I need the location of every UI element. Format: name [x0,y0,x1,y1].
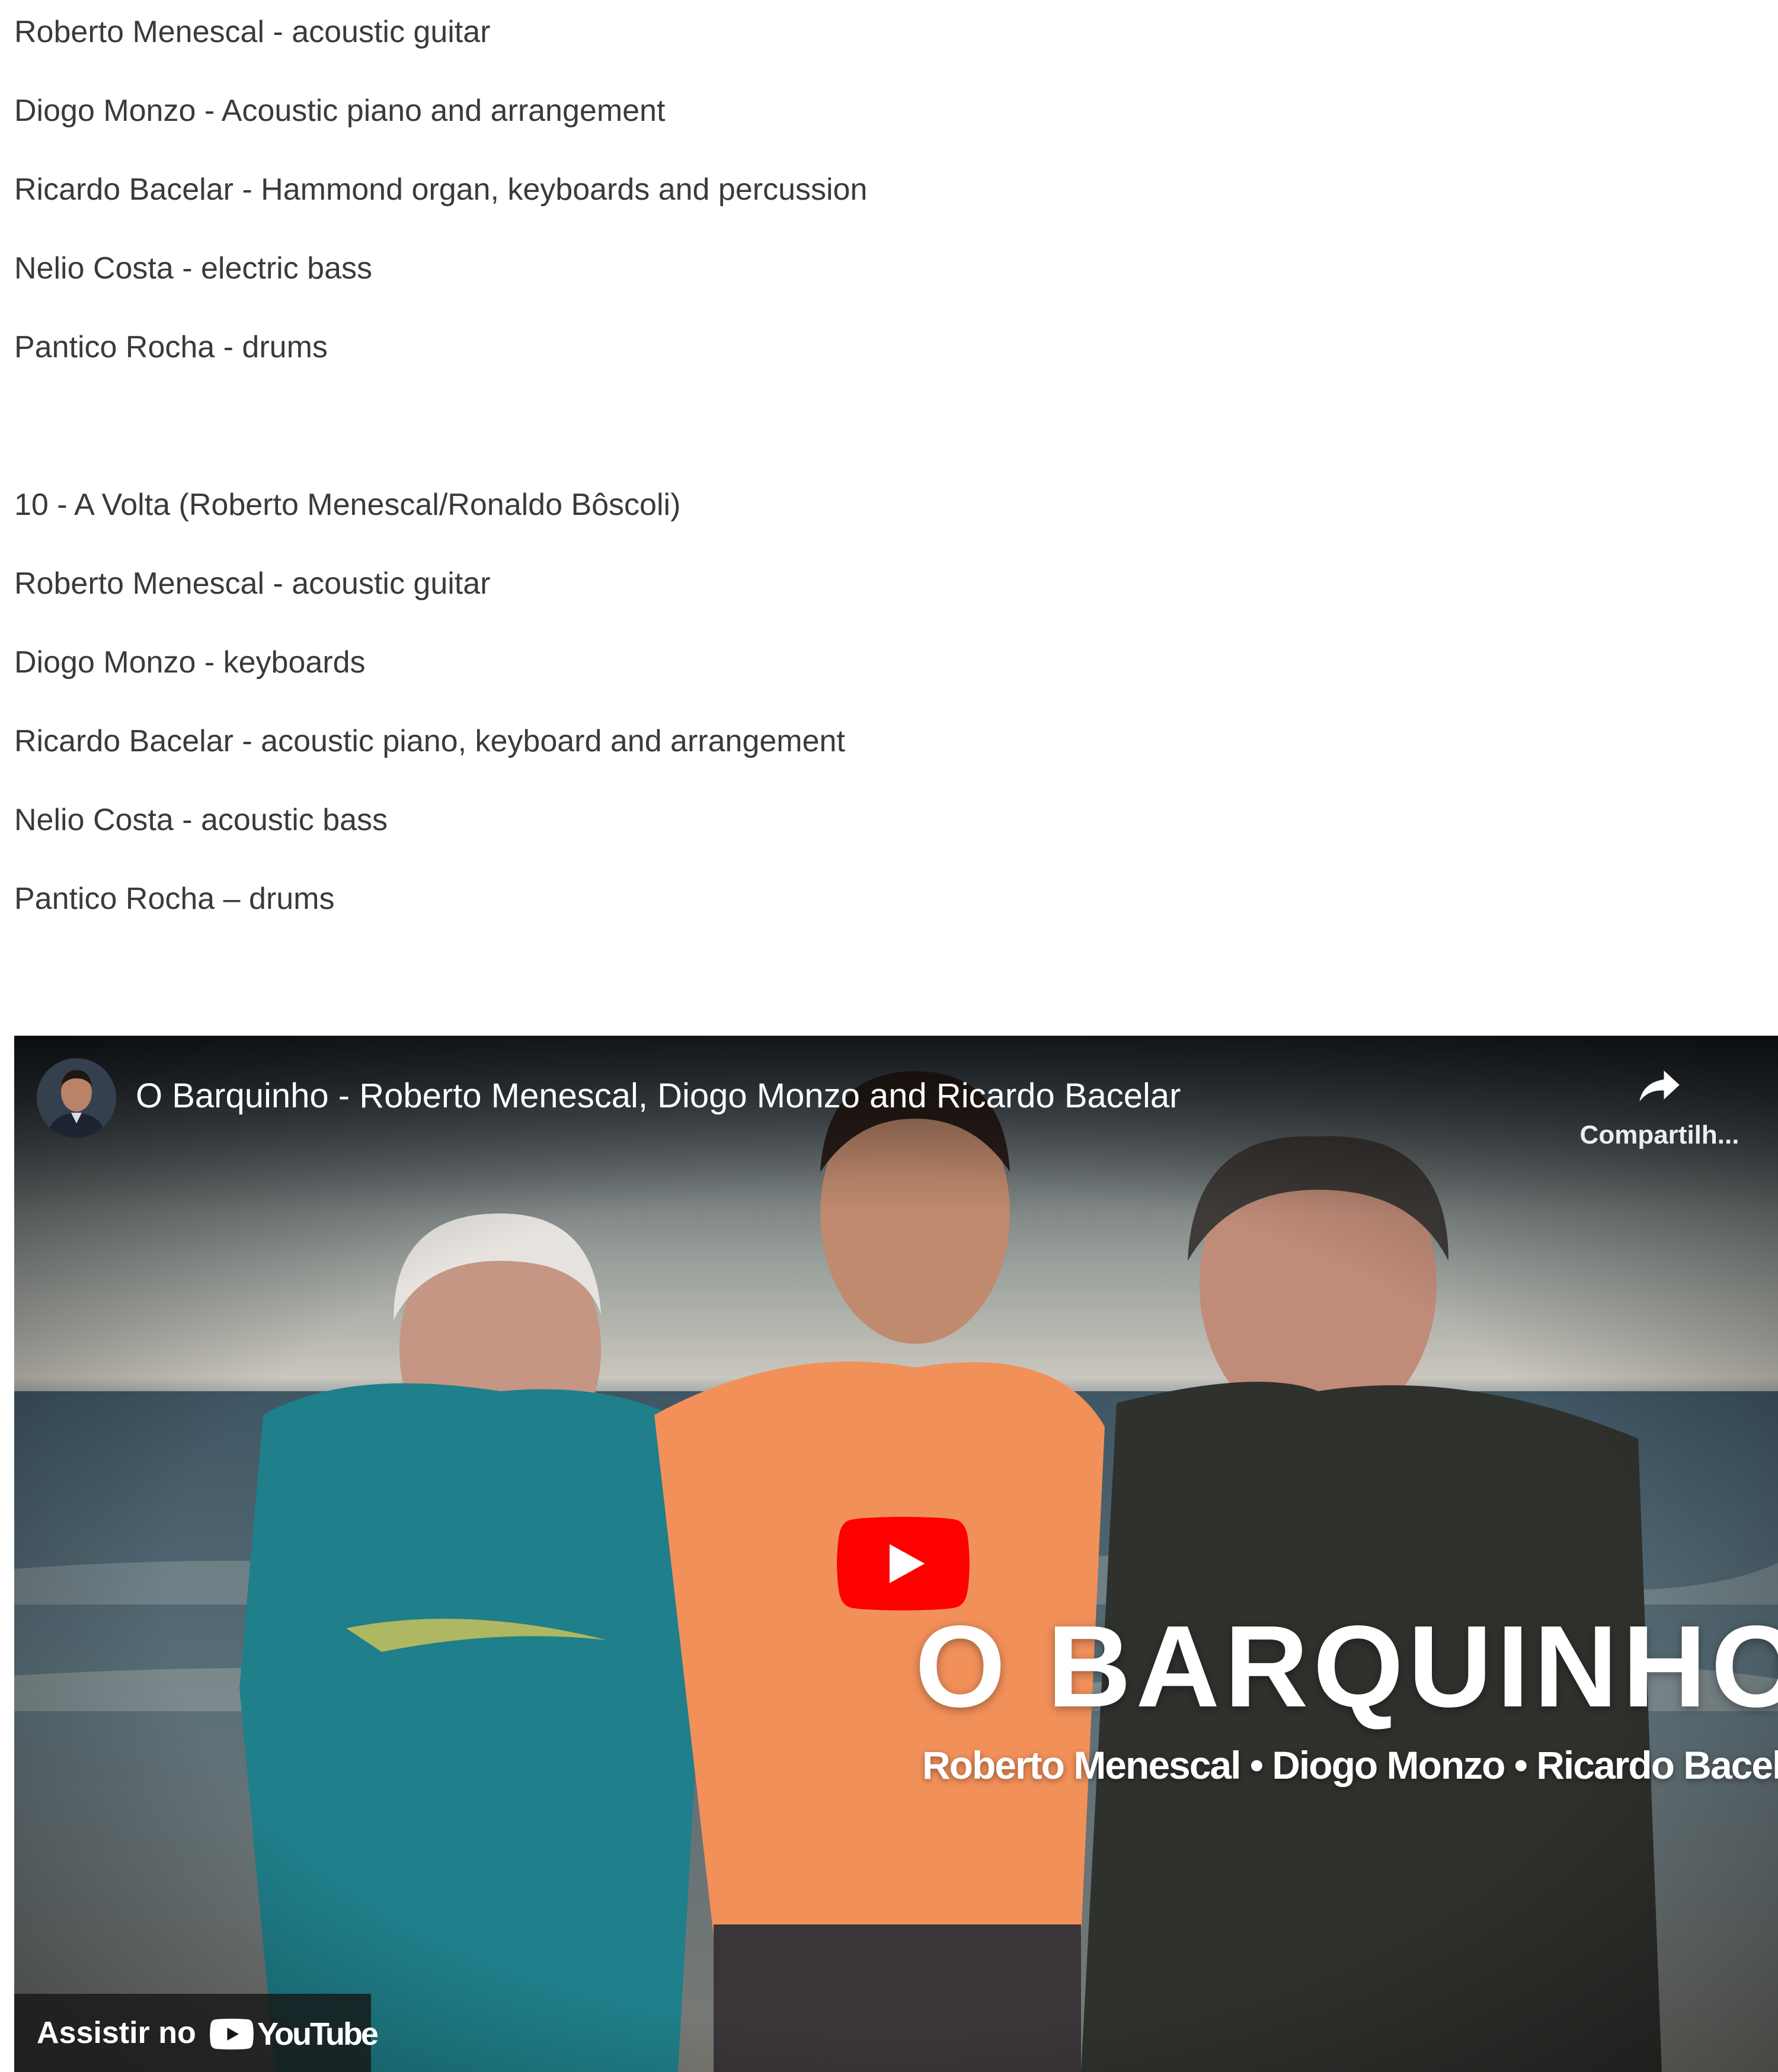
share-label: Compartilh... [1579,1120,1739,1149]
channel-avatar[interactable] [37,1058,116,1138]
credit-line: Ricardo Bacelar - acoustic piano, keyboa… [14,724,845,758]
youtube-embed[interactable]: O Barquinho - Roberto Menescal, Diogo Mo… [14,1036,1778,2072]
top-gradient [14,1036,1778,1213]
credit-line: Ricardo Bacelar - Hammond organ, keyboar… [14,172,868,207]
credit-line: Roberto Menescal - acoustic guitar [14,15,491,49]
watch-on-youtube-button[interactable]: Assistir no YouTube [14,1994,379,2072]
credit-line: Diogo Monzo - Acoustic piano and arrange… [14,94,666,128]
credit-line: Roberto Menescal - acoustic guitar [14,566,491,601]
share-button[interactable]: Compartilh... [1565,1059,1754,1154]
track-heading: 10 - A Volta (Roberto Menescal/Ronaldo B… [14,488,681,522]
thumbnail-title-text: O BARQUINHO [915,1602,1778,1731]
credit-line: Diogo Monzo - keyboards [14,645,366,680]
credit-line: Pantico Rocha – drums [14,882,335,916]
youtube-wordmark: YouTube [257,2016,379,2052]
youtube-play-icon[interactable] [836,1517,970,1610]
avatar-image [37,1058,116,1138]
credit-line: Nelio Costa - acoustic bass [14,803,388,837]
watch-label: Assistir no [37,2016,196,2050]
credit-line: Nelio Costa - electric bass [14,251,372,286]
share-arrow-icon [1639,1070,1680,1102]
video-title[interactable]: O Barquinho - Roberto Menescal, Diogo Mo… [136,1072,1181,1120]
youtube-mark-icon [210,2019,254,2049]
credit-line: Pantico Rocha - drums [14,330,328,364]
thumbnail-names-text: Roberto Menescal • Diogo Monzo • Ricardo… [922,1743,1778,1787]
youtube-logo-icon: YouTube [210,2016,379,2052]
